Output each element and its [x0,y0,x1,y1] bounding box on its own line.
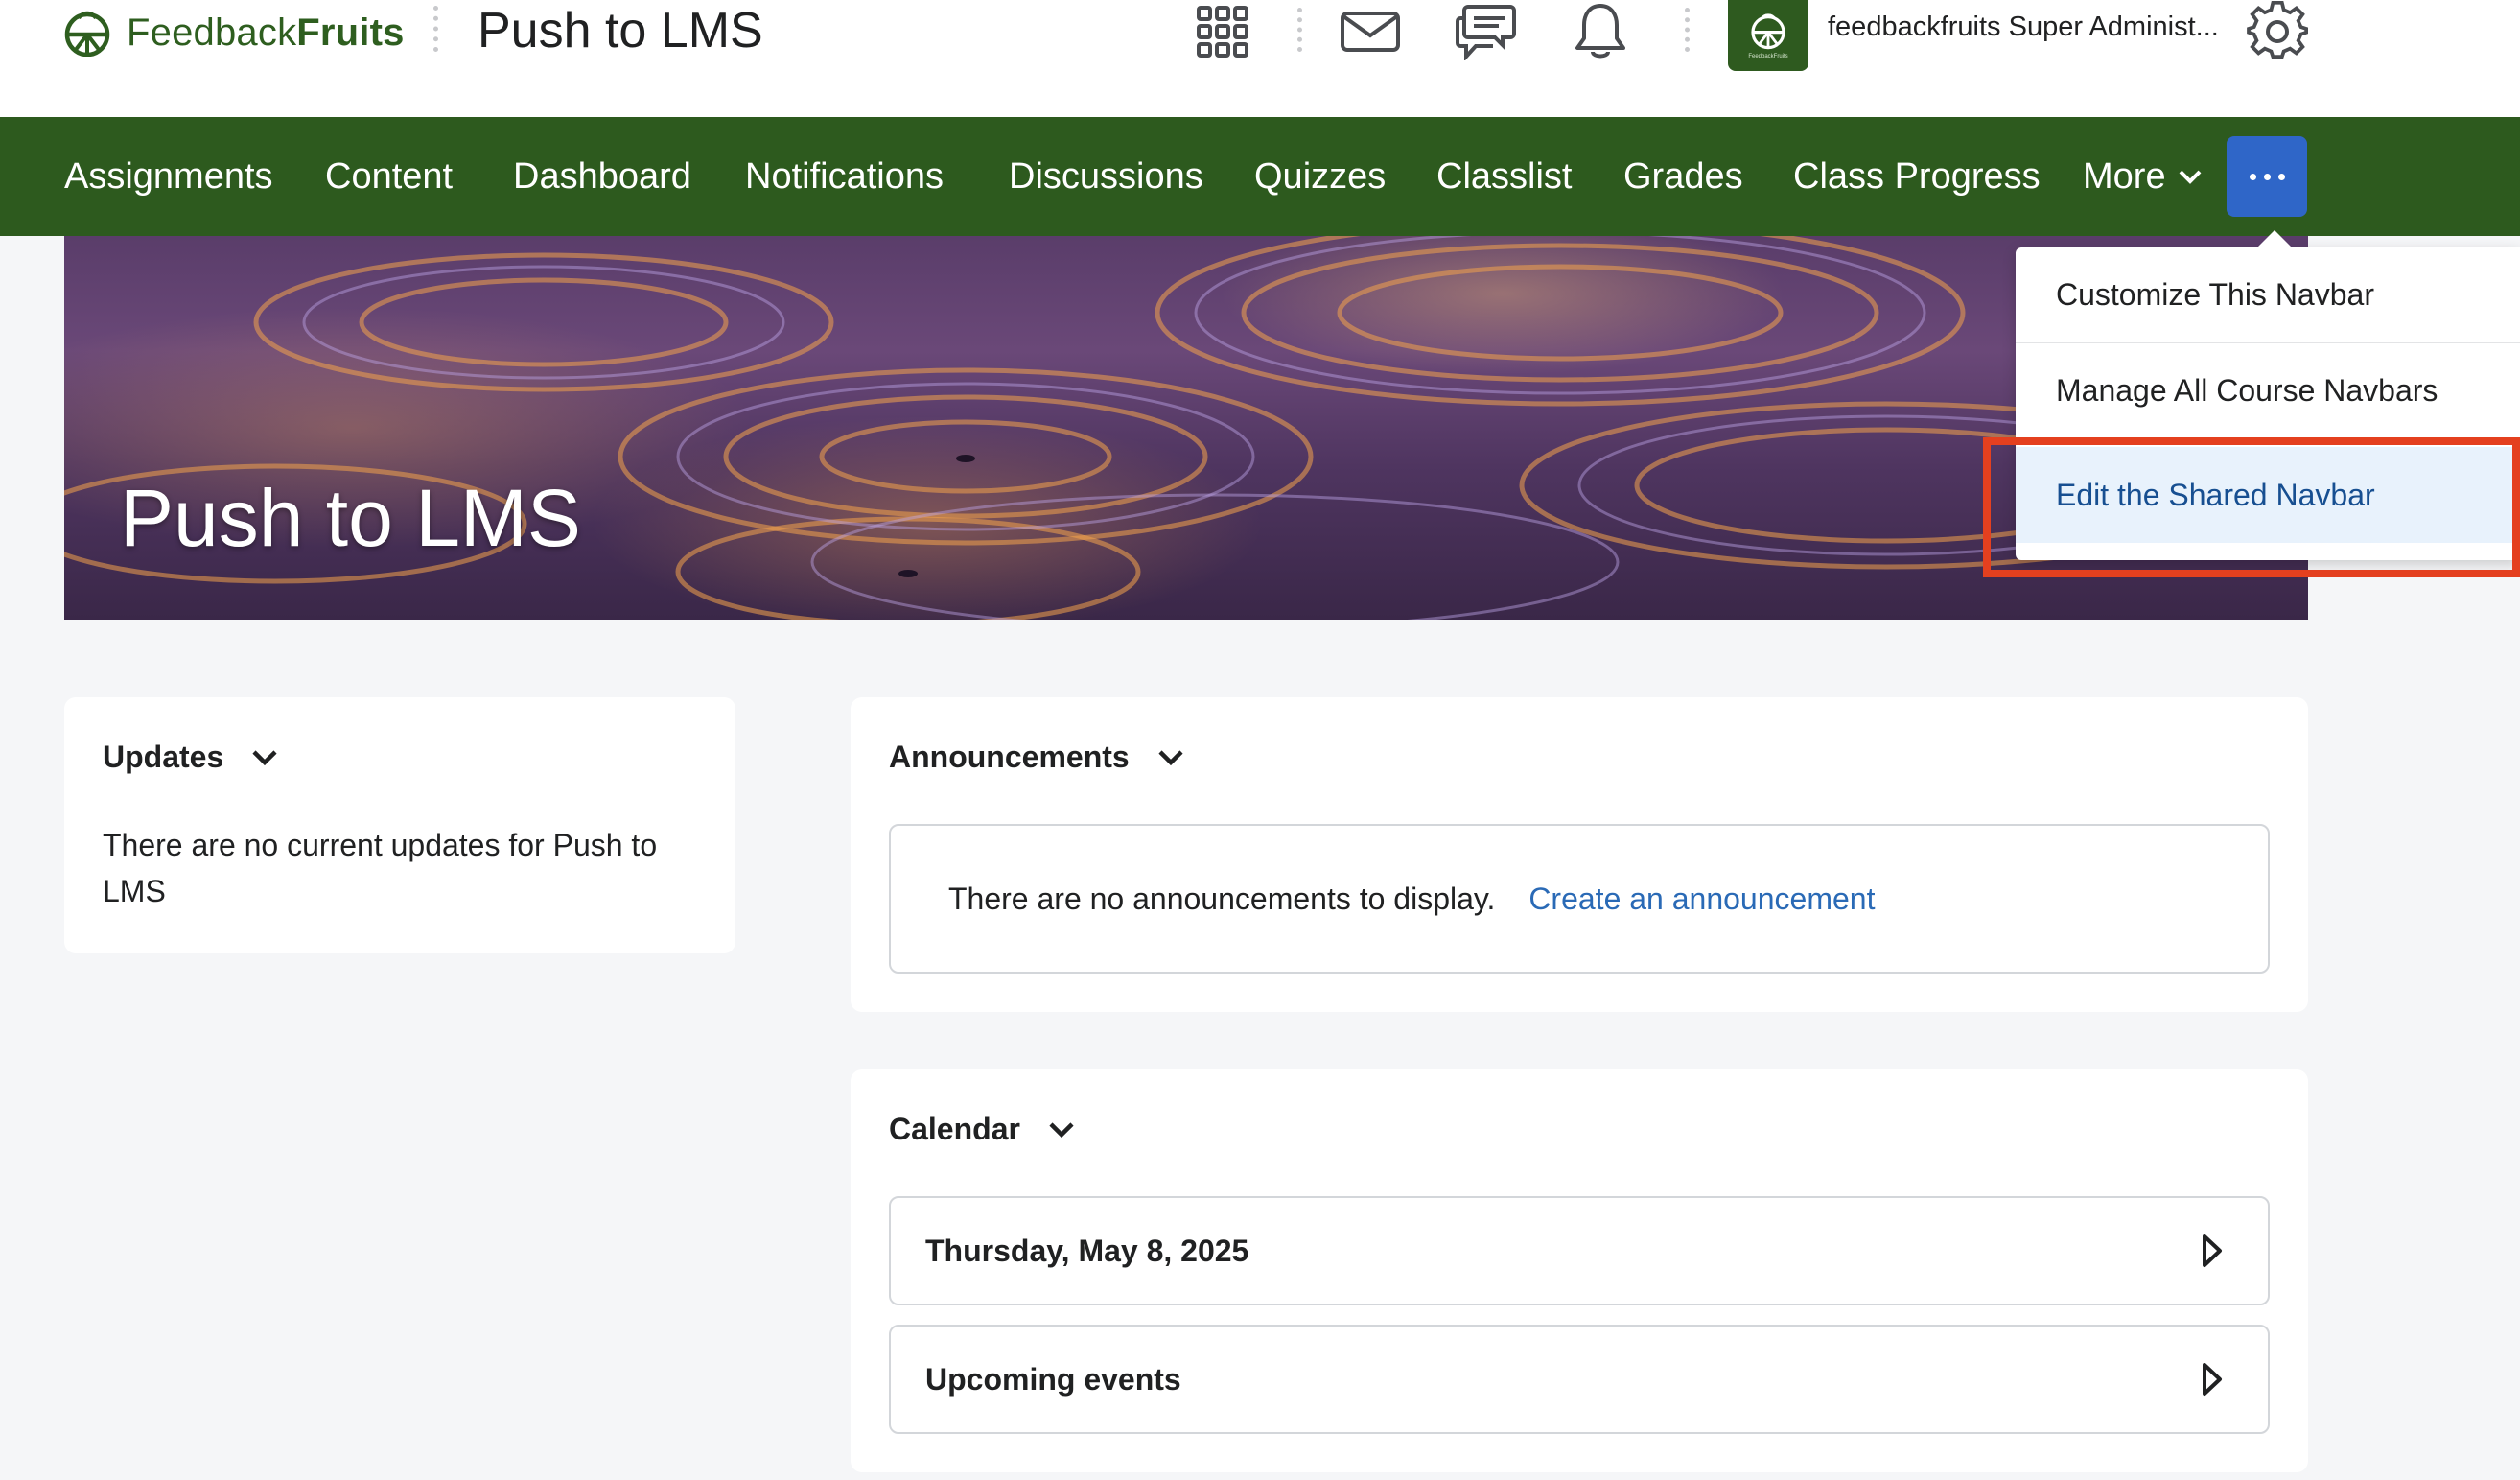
ellipsis-icon [2249,173,2256,180]
updates-widget: Updates There are no current updates for… [64,697,735,953]
calendar-upcoming-row[interactable]: Upcoming events [889,1325,2270,1434]
nav-more[interactable]: More [2083,117,2203,236]
gear-icon[interactable] [2244,0,2311,63]
nav-more-label: More [2083,155,2166,197]
nav-assignments[interactable]: Assignments [64,117,273,236]
chevron-right-icon [2203,1363,2222,1396]
nav-class-progress[interactable]: Class Progress [1793,117,2041,236]
chevron-down-icon[interactable] [1156,748,1185,767]
apps-grid-icon[interactable] [1189,0,1256,63]
mail-icon[interactable] [1337,0,1404,63]
updates-header: Updates [103,740,279,775]
org-logo-caption: FeedbackFruits [1748,54,1788,59]
org-logo-icon[interactable]: FeedbackFruits [1728,0,1808,71]
menu-caret [2257,230,2292,247]
banner-title: Push to LMS [120,473,581,563]
course-title[interactable]: Push to LMS [478,2,763,59]
chevron-right-icon [2203,1234,2222,1267]
nav-content[interactable]: Content [325,117,453,236]
navbar-options-button[interactable] [2227,136,2307,217]
header-divider [1297,8,1302,52]
nav-dashboard[interactable]: Dashboard [513,117,691,236]
menu-item-manage-course-navbars[interactable]: Manage All Course Navbars [2016,343,2520,439]
nav-grades[interactable]: Grades [1623,117,1743,236]
header-divider [433,6,438,52]
announcements-message: There are no announcements to display. [948,881,1496,916]
nav-notifications[interactable]: Notifications [745,117,944,236]
calendar-header: Calendar [889,1112,1076,1147]
top-header: FeedbackFruits Push to LMS FeedbackFruit… [0,0,2520,117]
header-divider [1685,8,1690,52]
upcoming-events-label: Upcoming events [925,1361,1181,1397]
menu-item-customize-navbar[interactable]: Customize This Navbar [2016,247,2520,343]
calendar-date-row[interactable]: Thursday, May 8, 2025 [889,1196,2270,1305]
chevron-down-icon[interactable] [250,748,279,767]
calendar-title: Calendar [889,1112,1020,1146]
updates-message: There are no current updates for Push to… [103,828,658,908]
announcements-widget: Announcements There are no announcements… [851,697,2308,1012]
updates-title: Updates [103,740,224,774]
nav-discussions[interactable]: Discussions [1009,117,1203,236]
chevron-down-icon[interactable] [1047,1120,1076,1139]
course-banner-image: Push to LMS [64,236,2308,620]
fruit-logo-icon [64,11,110,57]
nav-quizzes[interactable]: Quizzes [1254,117,1386,236]
bell-icon[interactable] [1567,0,1634,63]
announcements-header: Announcements [889,740,1185,775]
feedbackfruits-logo[interactable]: FeedbackFruits [61,4,405,61]
chat-icon[interactable] [1452,0,1519,63]
user-menu[interactable]: feedbackfruits Super Administ... [1828,12,2219,43]
nav-classlist[interactable]: Classlist [1436,117,1572,236]
calendar-date: Thursday, May 8, 2025 [925,1233,1249,1268]
create-announcement-link[interactable]: Create an announcement [1528,881,1875,916]
logo-text: FeedbackFruits [127,11,405,54]
announcements-title: Announcements [889,740,1130,774]
announcements-empty-row: There are no announcements to display. C… [948,876,1875,922]
chevron-down-icon [2179,170,2201,184]
highlight-annotation [1983,437,2520,577]
announcements-box: There are no announcements to display. C… [889,824,2270,974]
calendar-widget: Calendar Thursday, May 8, 2025 Upcoming … [851,1069,2308,1472]
